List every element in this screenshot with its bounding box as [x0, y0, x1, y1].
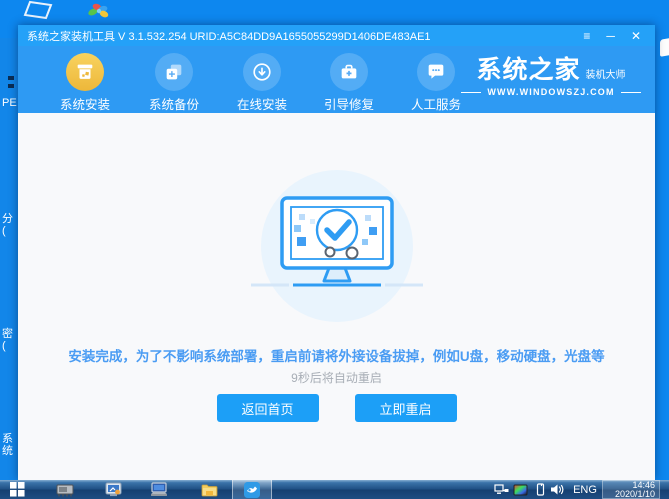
computer-app-icon[interactable]	[145, 480, 173, 499]
nav-label: 系统安装	[45, 94, 125, 113]
backup-copies-icon	[155, 53, 193, 91]
background-window-strip: PE 分 ( 密 ( 系统	[0, 38, 18, 480]
nav-bar: 系统安装 系统备份	[18, 46, 655, 113]
titlebar[interactable]: 系统之家装机工具 V 3.1.532.254 URID:A5C84DD9A165…	[18, 25, 655, 46]
background-mark	[8, 76, 14, 80]
installer-taskbar-button[interactable]	[232, 480, 272, 499]
nav-label: 引导修复	[309, 94, 389, 113]
content-area: 安装完成，为了不影响系统部署，重启前请将外接设备拔掉，例如U盘，移动硬盘，光盘等…	[18, 113, 655, 480]
background-text-fragment: 分 (	[2, 213, 13, 237]
brand-logo: 系统之家 装机大师 WWW.WINDOWSZJ.COM	[461, 57, 641, 97]
monitor-tool-app-icon[interactable]	[99, 480, 127, 499]
device-tray-icon[interactable]	[534, 480, 546, 499]
window-controls: ≡ ─ ✕	[583, 30, 655, 42]
taskbar: ENG 14:46 2020/1/10	[0, 480, 669, 499]
chip-app-icon[interactable]	[50, 480, 80, 499]
display-color-tray-icon[interactable]	[511, 480, 530, 499]
network-tray-icon[interactable]	[492, 480, 510, 499]
background-text-fragment: PE	[2, 97, 17, 109]
background-text-fragment: 密 (	[2, 328, 13, 352]
window-outline-icon[interactable]	[18, 0, 56, 25]
folder-app-icon[interactable]	[196, 480, 222, 499]
brand-title: 系统之家	[476, 57, 580, 83]
decorative-line	[461, 92, 481, 93]
clock-date: 2020/1/10	[603, 490, 659, 499]
restart-now-button[interactable]: 立即重启	[355, 394, 457, 422]
nav-item-system-install[interactable]: 系统安装	[45, 53, 125, 113]
window-title: 系统之家装机工具 V 3.1.532.254 URID:A5C84DD9A165…	[18, 28, 431, 44]
start-button[interactable]	[4, 480, 30, 499]
nav-item-system-backup[interactable]: 系统备份	[134, 53, 214, 113]
menu-icon[interactable]: ≡	[583, 30, 590, 42]
minimize-icon[interactable]: ─	[606, 30, 615, 42]
brand-subtitle: 装机大师	[586, 66, 626, 81]
background-mark	[8, 84, 14, 88]
close-icon[interactable]: ✕	[631, 30, 641, 42]
nav-item-online-install[interactable]: 在线安装	[222, 53, 302, 113]
repair-kit-icon	[330, 53, 368, 91]
background-text-fragment: 系统	[2, 433, 18, 457]
language-indicator[interactable]: ENG	[570, 480, 600, 499]
download-circle-icon	[243, 53, 281, 91]
background-edge-shape	[660, 38, 669, 57]
installer-window: 系统之家装机工具 V 3.1.532.254 URID:A5C84DD9A165…	[18, 25, 655, 480]
action-buttons: 返回首页 立即重启	[18, 394, 655, 422]
nav-label: 在线安装	[222, 94, 302, 113]
restart-countdown: 9秒后将自动重启	[18, 369, 655, 386]
chat-service-icon	[417, 53, 455, 91]
nav-item-boot-repair[interactable]: 引导修复	[309, 53, 389, 113]
success-monitor-illustration	[237, 168, 437, 333]
nav-label: 系统备份	[134, 94, 214, 113]
back-home-button[interactable]: 返回首页	[217, 394, 319, 422]
clock-tray[interactable]: 14:46 2020/1/10	[602, 480, 660, 499]
brand-website: WWW.WINDOWSZJ.COM	[487, 87, 614, 97]
decorative-line	[621, 92, 641, 93]
install-box-icon	[66, 53, 104, 91]
flower-logo-icon[interactable]	[86, 1, 112, 26]
volume-tray-icon[interactable]	[548, 480, 566, 499]
desktop: PE 分 ( 密 ( 系统 系统之家装机工具 V 3.1.532.254 URI…	[0, 0, 669, 499]
completion-message: 安装完成，为了不影响系统部署，重启前请将外接设备拔掉，例如U盘，移动硬盘，光盘等	[18, 345, 655, 365]
